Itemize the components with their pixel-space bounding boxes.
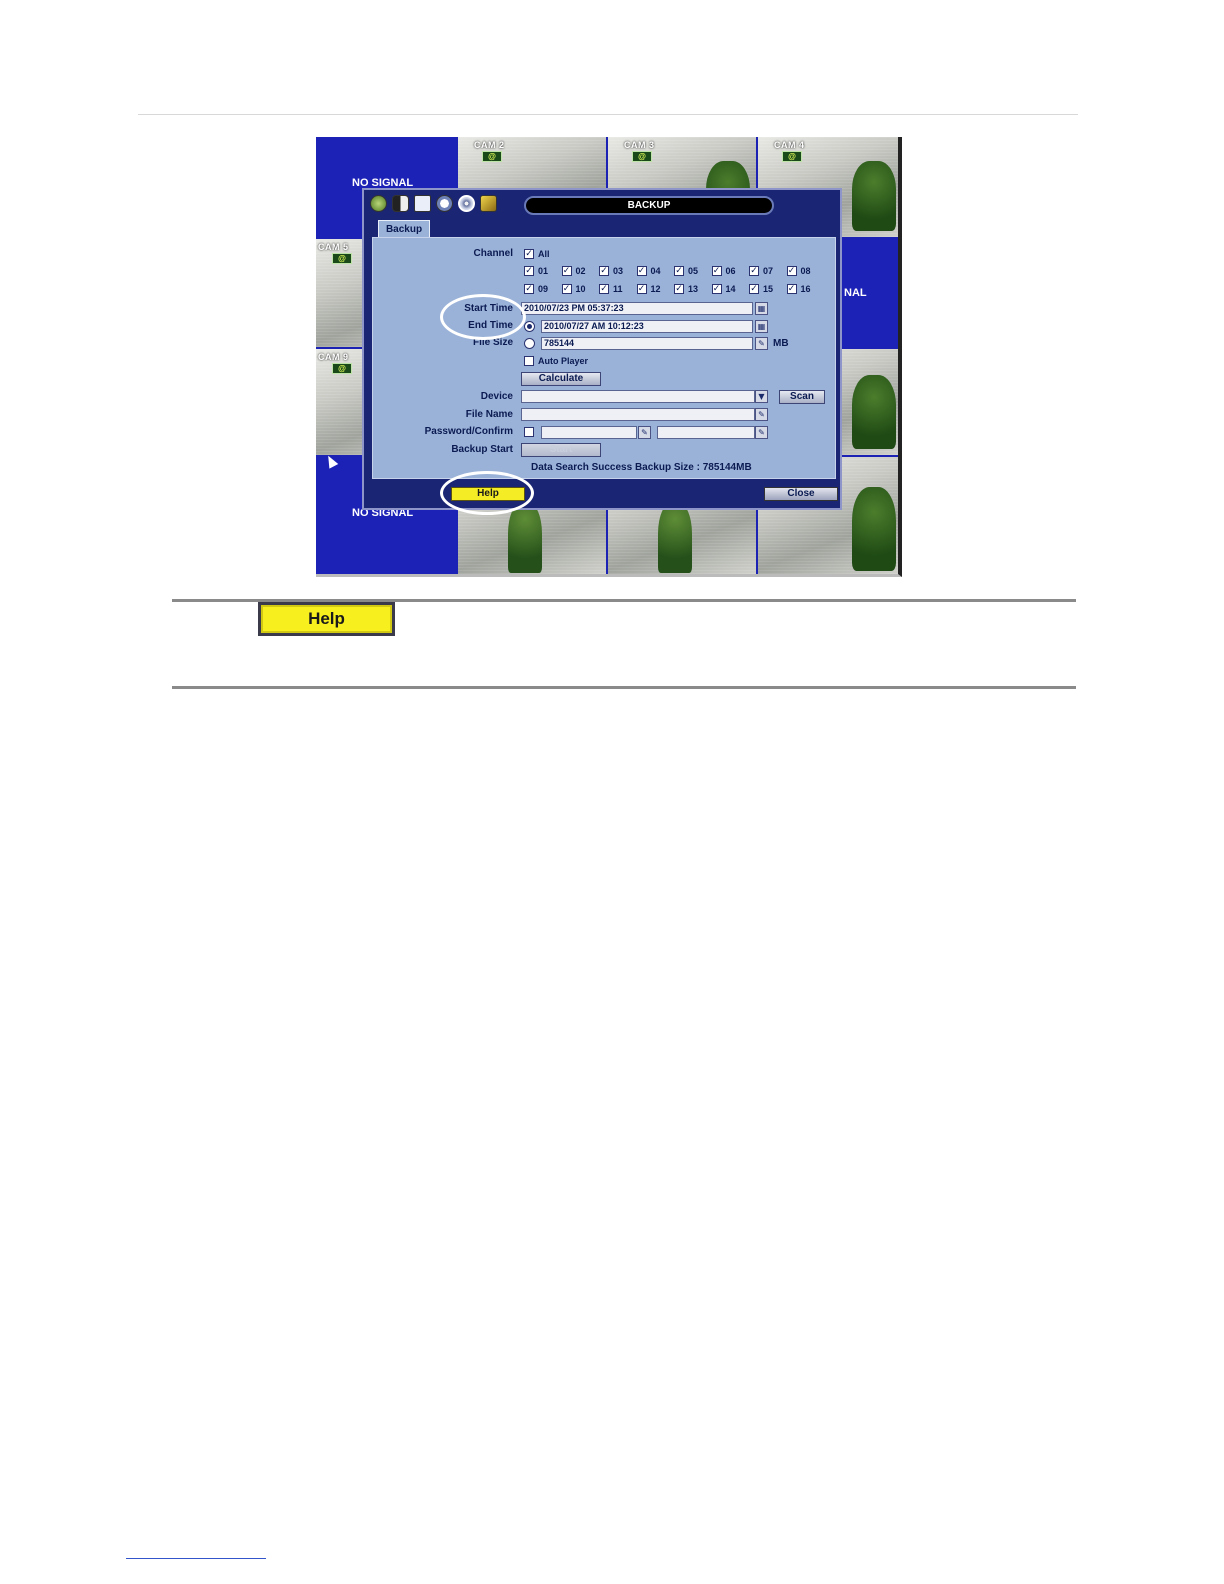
backup-start-label: Backup Start <box>451 444 513 455</box>
file-size-unit: MB <box>773 338 789 349</box>
channel-checkbox-16[interactable]: ✓ <box>786 284 797 294</box>
scan-button[interactable]: Scan <box>779 390 825 404</box>
tab-backup[interactable]: Backup <box>378 220 430 238</box>
record-icon: @ <box>332 363 352 374</box>
clock-icon[interactable] <box>436 195 453 212</box>
end-time-calendar-icon[interactable]: ▦ <box>755 320 768 333</box>
file-name-edit-icon[interactable]: ✎ <box>755 408 768 421</box>
file-size-field[interactable]: 785144 <box>541 337 753 350</box>
channel-label-13: 13 <box>688 284 699 294</box>
auto-player-label: Auto Player <box>538 356 589 366</box>
auto-player-checkbox[interactable] <box>524 356 534 366</box>
record-icon: @ <box>482 151 502 162</box>
channel-label-09: 09 <box>538 284 549 294</box>
channel-checkbox-02[interactable]: ✓ <box>561 266 572 276</box>
channel-checkbox-05[interactable]: ✓ <box>674 266 684 276</box>
channel-label-15: 15 <box>763 284 774 294</box>
channel-checkbox-06[interactable]: ✓ <box>711 266 722 276</box>
legend-bottom-rule <box>172 686 1076 689</box>
channel-label-08: 08 <box>800 266 811 276</box>
channel-label-16: 16 <box>800 284 811 294</box>
channel-label-10: 10 <box>575 284 586 294</box>
end-time-field[interactable]: 2010/07/27 AM 10:12:23 <box>541 320 753 333</box>
channel-all-label: All <box>538 249 550 259</box>
channel-label-02: 02 <box>575 266 586 276</box>
channel-checkbox-12[interactable]: ✓ <box>636 284 647 294</box>
display-icon[interactable] <box>392 195 409 212</box>
password-checkbox[interactable] <box>524 427 534 437</box>
confirm-edit-icon[interactable]: ✎ <box>755 426 768 439</box>
device-label: Device <box>480 391 513 402</box>
camera-label: CAM 9 <box>318 352 349 362</box>
channel-label-11: 11 <box>613 284 623 294</box>
status-message: Data Search Success Backup Size : 785144… <box>531 462 752 473</box>
channel-label-07: 07 <box>763 266 774 276</box>
close-button[interactable]: Close <box>764 487 838 501</box>
record-icon: @ <box>332 253 352 264</box>
channel-label: Channel <box>473 248 513 259</box>
calculate-button[interactable]: Calculate <box>521 372 601 386</box>
channel-label-06: 06 <box>725 266 736 276</box>
record-icon: @ <box>632 151 652 162</box>
channel-checkbox-10[interactable]: ✓ <box>561 284 572 294</box>
time-fields-callout <box>440 294 526 340</box>
footer-link-underline <box>126 1558 266 1559</box>
gear-icon[interactable] <box>370 195 387 212</box>
start-time-calendar-icon[interactable]: ▦ <box>755 302 768 315</box>
file-name-label: File Name <box>465 409 513 420</box>
dialog-title: BACKUP <box>524 196 774 215</box>
camera-label: CAM 5 <box>318 242 349 252</box>
channel-checkbox-04[interactable]: ✓ <box>636 266 647 276</box>
password-edit-icon[interactable]: ✎ <box>638 426 651 439</box>
disc-icon[interactable] <box>458 195 475 212</box>
channel-checkbox-14[interactable]: ✓ <box>711 284 722 294</box>
camera-label: CAM 2 <box>474 140 505 150</box>
channel-checkbox-15[interactable]: ✓ <box>749 284 759 294</box>
record-icon: @ <box>782 151 802 162</box>
start-time-field[interactable]: 2010/07/23 PM 05:37:23 <box>521 302 753 315</box>
header-rule <box>138 114 1078 115</box>
tools-icon[interactable] <box>480 195 497 212</box>
device-select[interactable] <box>521 390 755 403</box>
channel-checkbox-01[interactable]: ✓ <box>524 266 534 276</box>
channel-label-14: 14 <box>725 284 736 294</box>
calendar-icon[interactable] <box>414 195 431 212</box>
channel-label-04: 04 <box>650 266 661 276</box>
channel-checkbox-08[interactable]: ✓ <box>786 266 797 276</box>
channel-checkbox-13[interactable]: ✓ <box>674 284 684 294</box>
channel-checkbox-11[interactable]: ✓ <box>599 284 609 294</box>
start-button[interactable]: Start <box>521 443 601 457</box>
end-time-radio[interactable] <box>524 321 535 332</box>
password-field[interactable] <box>541 426 637 439</box>
password-confirm-label: Password/Confirm <box>424 426 513 437</box>
channel-label-03: 03 <box>613 266 624 276</box>
file-name-field[interactable] <box>521 408 755 421</box>
backup-dialog: BACKUP Backup Channel ✓ All ✓ 01 ✓ 02 ✓ 03 ✓ 04… <box>362 188 842 510</box>
channel-all-checkbox[interactable]: ✓ <box>524 249 534 259</box>
backup-panel: Channel ✓ All ✓ 01 ✓ 02 ✓ 03 ✓ 04 ✓ 05 ✓ 06 ✓ 07 ✓ 08 ✓ 0… <box>372 237 836 479</box>
menu-toolbar: BACKUP <box>368 193 838 215</box>
chevron-down-icon[interactable]: ▼ <box>755 390 768 403</box>
camera-label: CAM 4 <box>774 140 805 150</box>
file-size-edit-icon[interactable]: ✎ <box>755 337 768 350</box>
camera-label: CAM 3 <box>624 140 655 150</box>
channel-checkbox-09[interactable]: ✓ <box>524 284 534 294</box>
file-size-radio[interactable] <box>524 338 535 349</box>
confirm-password-field[interactable] <box>657 426 755 439</box>
channel-label-12: 12 <box>650 284 661 294</box>
channel-checkbox-07[interactable]: ✓ <box>749 266 759 276</box>
help-button-legend: Help <box>258 602 395 636</box>
no-signal-text: NAL <box>844 287 867 299</box>
channel-label-01: 01 <box>538 266 549 276</box>
help-button-callout <box>440 471 534 515</box>
channel-label-05: 05 <box>688 266 699 276</box>
channel-checkbox-03[interactable]: ✓ <box>599 266 609 276</box>
